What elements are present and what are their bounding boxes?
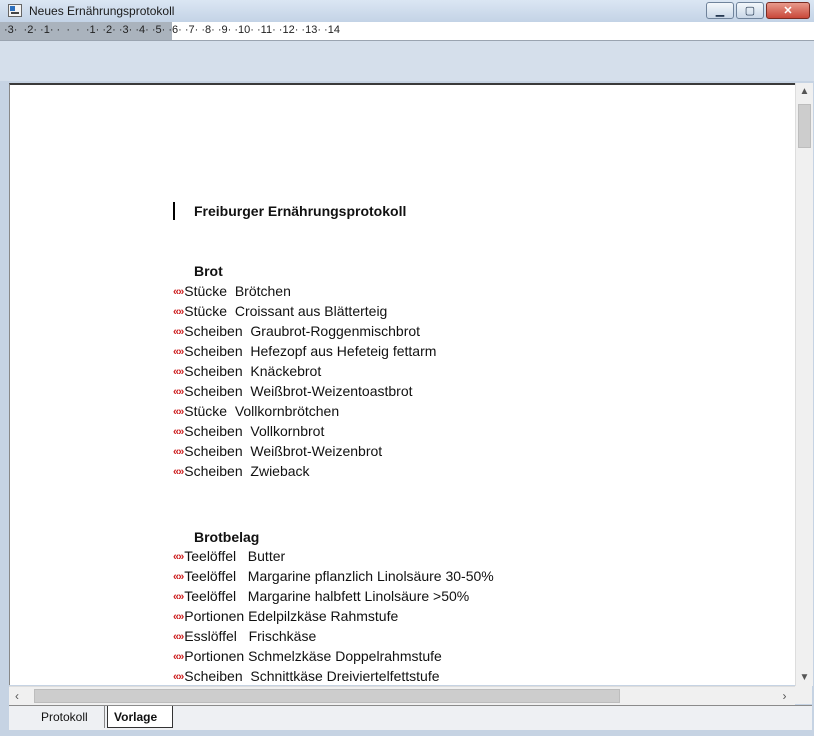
document-area[interactable]: Freiburger Ernährungsprotokoll Brot «»St… bbox=[9, 83, 796, 685]
item-text: Portionen Edelpilzkäse Rahmstufe bbox=[184, 608, 399, 624]
list-item[interactable]: «»Scheiben Zwieback bbox=[173, 463, 310, 481]
section-title-brot: Brot bbox=[194, 263, 223, 279]
scroll-up-icon[interactable]: ▲ bbox=[796, 83, 813, 100]
item-text: Scheiben Schnittkäse Dreiviertelfettstuf… bbox=[184, 668, 440, 684]
item-text: Teelöffel Butter bbox=[184, 548, 286, 564]
text-cursor bbox=[173, 202, 175, 220]
scroll-down-icon[interactable]: ▼ bbox=[796, 669, 813, 686]
horizontal-scrollbar[interactable]: ‹ › bbox=[9, 686, 795, 705]
horizontal-scroll-thumb[interactable] bbox=[34, 689, 620, 703]
item-text: Scheiben Knäckebrot bbox=[184, 363, 322, 379]
field-marker: «» bbox=[173, 466, 184, 478]
tab-protokoll[interactable]: Protokoll bbox=[35, 706, 105, 728]
item-text: Esslöffel Frischkäse bbox=[184, 628, 317, 644]
list-item[interactable]: «»Scheiben Weißbrot-Weizenbrot bbox=[173, 443, 382, 461]
list-item[interactable]: «»Portionen Schmelzkäse Doppelrahmstufe bbox=[173, 648, 442, 666]
list-item[interactable]: «»Teelöffel Margarine pflanzlich Linolsä… bbox=[173, 568, 494, 586]
document-heading: Freiburger Ernährungsprotokoll bbox=[194, 203, 407, 219]
item-text: Stücke Vollkornbrötchen bbox=[184, 403, 340, 419]
field-marker: «» bbox=[173, 346, 184, 358]
scroll-right-icon[interactable]: › bbox=[776, 687, 793, 705]
item-text: Teelöffel Margarine pflanzlich Linolsäur… bbox=[184, 568, 494, 584]
field-marker: «» bbox=[173, 326, 184, 338]
item-text: Scheiben Hefezopf aus Hefeteig fettarm bbox=[184, 343, 437, 359]
window-title: Neues Ernährungsprotokoll bbox=[29, 4, 175, 18]
field-marker: «» bbox=[173, 286, 184, 298]
list-item[interactable]: «»Scheiben Schnittkäse Dreiviertelfettst… bbox=[173, 668, 440, 685]
item-text: Scheiben Weißbrot-Weizenbrot bbox=[184, 443, 383, 459]
list-item[interactable]: «»Scheiben Weißbrot-Weizentoastbrot bbox=[173, 383, 413, 401]
toolbar-area bbox=[0, 41, 814, 81]
list-item[interactable]: «»Stücke Croissant aus Blätterteig bbox=[173, 303, 387, 321]
field-marker: «» bbox=[173, 426, 184, 438]
list-item[interactable]: «»Scheiben Knäckebrot bbox=[173, 363, 321, 381]
section-title-brotbelag: Brotbelag bbox=[194, 529, 260, 545]
item-text: Scheiben Graubrot-Roggenmischbrot bbox=[184, 323, 421, 339]
vertical-scroll-thumb[interactable] bbox=[798, 104, 811, 148]
list-item[interactable]: «»Teelöffel Margarine halbfett Linolsäur… bbox=[173, 588, 469, 606]
list-item[interactable]: «»Stücke Brötchen bbox=[173, 283, 291, 301]
item-text: Portionen Schmelzkäse Doppelrahmstufe bbox=[184, 648, 442, 664]
field-marker: «» bbox=[173, 406, 184, 418]
close-icon: ✕ bbox=[783, 5, 793, 17]
list-item[interactable]: «»Stücke Vollkornbrötchen bbox=[173, 403, 339, 421]
vertical-scrollbar[interactable]: ▲ ▼ bbox=[795, 83, 813, 686]
ruler[interactable]: ·3· ·2· ·1· · · · ·1· ·2· ·3· ·4· ·5· ·6… bbox=[0, 22, 814, 41]
item-text: Scheiben Weißbrot-Weizentoastbrot bbox=[184, 383, 413, 399]
tab-bar: Protokoll Vorlage bbox=[9, 705, 812, 730]
field-marker: «» bbox=[173, 446, 184, 458]
app-window: Neues Ernährungsprotokoll ▁ ▢ ✕ ·3· ·2· … bbox=[0, 0, 814, 736]
list-item[interactable]: «»Esslöffel Frischkäse bbox=[173, 628, 316, 646]
close-button[interactable]: ✕ bbox=[766, 2, 810, 19]
minimize-button[interactable]: ▁ bbox=[706, 2, 734, 19]
field-marker: «» bbox=[173, 671, 184, 683]
field-marker: «» bbox=[173, 611, 184, 623]
scroll-left-icon[interactable]: ‹ bbox=[15, 687, 32, 705]
list-item[interactable]: «»Scheiben Hefezopf aus Hefeteig fettarm bbox=[173, 343, 436, 361]
field-marker: «» bbox=[173, 651, 184, 663]
scrollbar-corner bbox=[795, 686, 812, 704]
title-bar[interactable]: Neues Ernährungsprotokoll ▁ ▢ ✕ bbox=[0, 0, 814, 23]
list-item[interactable]: «»Scheiben Vollkornbrot bbox=[173, 423, 324, 441]
minimize-icon: ▁ bbox=[715, 5, 725, 17]
item-text: Stücke Brötchen bbox=[184, 283, 291, 299]
item-text: Scheiben Zwieback bbox=[184, 463, 310, 479]
field-marker: «» bbox=[173, 306, 184, 318]
field-marker: «» bbox=[173, 366, 184, 378]
maximize-icon: ▢ bbox=[744, 5, 756, 17]
item-text: Teelöffel Margarine halbfett Linolsäure … bbox=[184, 588, 470, 604]
list-item[interactable]: «»Teelöffel Butter bbox=[173, 548, 285, 566]
app-icon bbox=[8, 4, 22, 17]
tab-vorlage[interactable]: Vorlage bbox=[107, 706, 173, 728]
list-item[interactable]: «»Scheiben Graubrot-Roggenmischbrot bbox=[173, 323, 420, 341]
field-marker: «» bbox=[173, 591, 184, 603]
list-item[interactable]: «»Portionen Edelpilzkäse Rahmstufe bbox=[173, 608, 398, 626]
field-marker: «» bbox=[173, 571, 184, 583]
item-text: Stücke Croissant aus Blätterteig bbox=[184, 303, 388, 319]
item-text: Scheiben Vollkornbrot bbox=[184, 423, 325, 439]
maximize-button[interactable]: ▢ bbox=[736, 2, 764, 19]
field-marker: «» bbox=[173, 631, 184, 643]
field-marker: «» bbox=[173, 386, 184, 398]
ruler-scale: ·3· ·2· ·1· · · · ·1· ·2· ·3· ·4· ·5· ·6… bbox=[4, 24, 340, 36]
field-marker: «» bbox=[173, 551, 184, 563]
